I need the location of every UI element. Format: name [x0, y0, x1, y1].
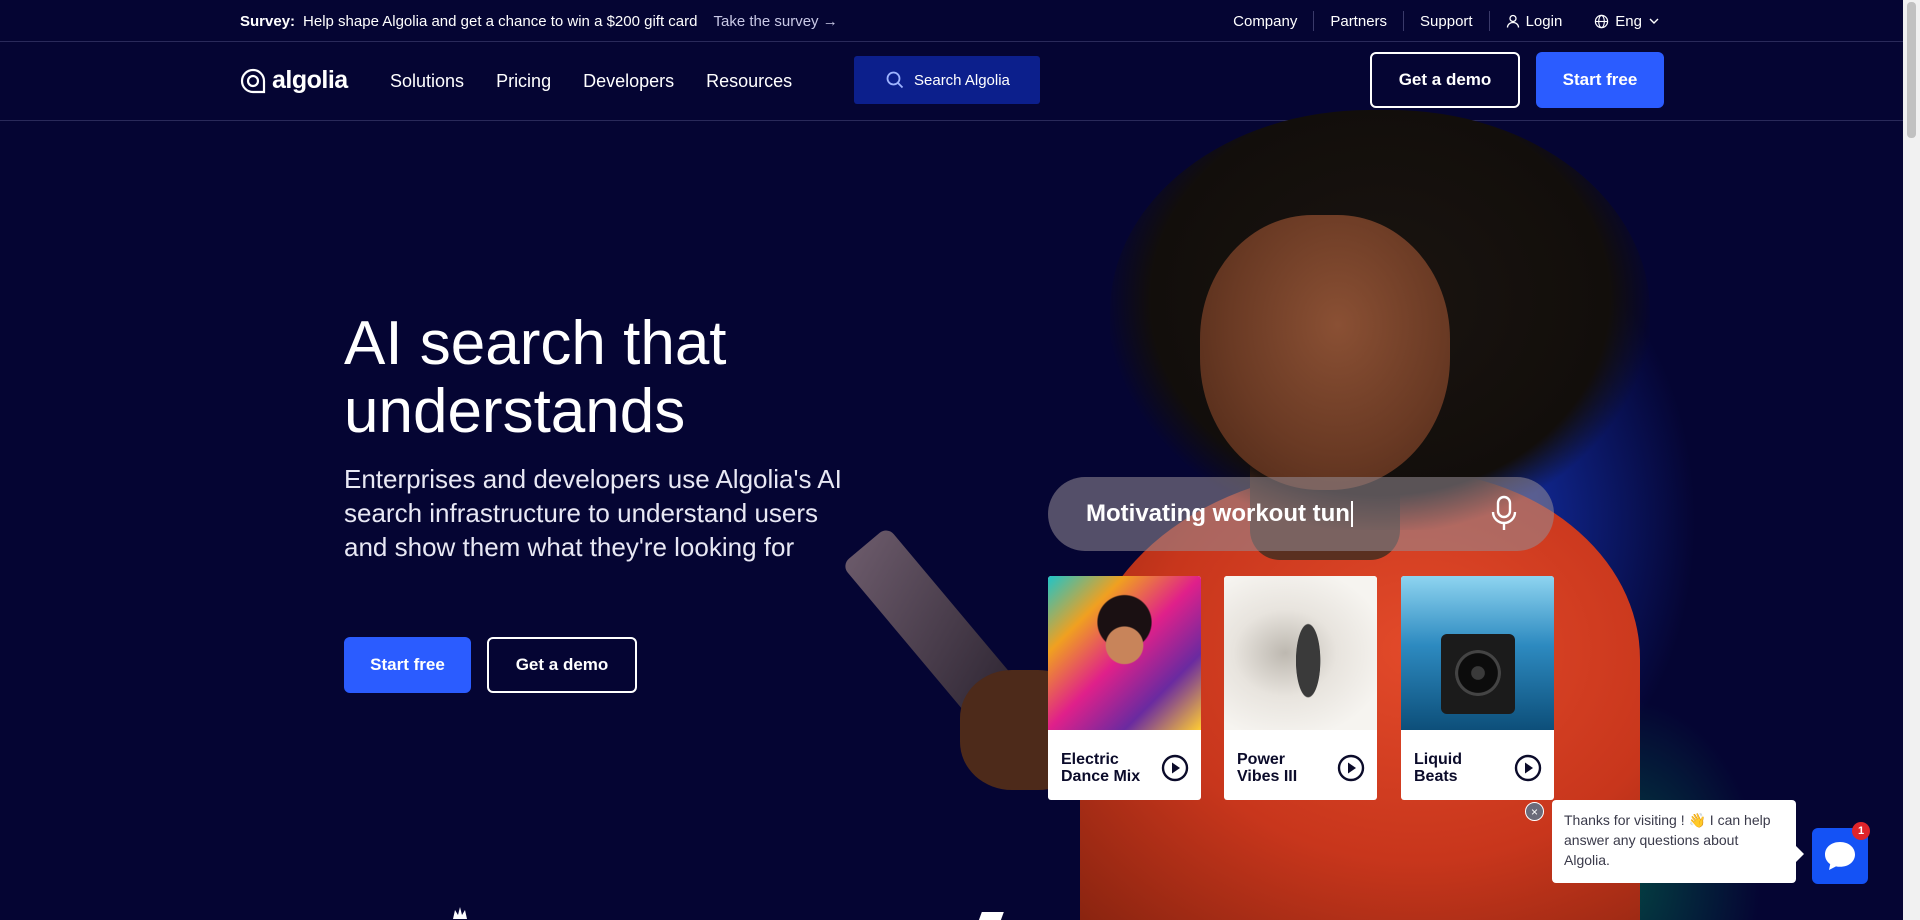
- search-label: Search Algolia: [914, 71, 1010, 89]
- utility-nav: Company Partners Support Login Eng: [1217, 0, 1676, 42]
- hero-get-demo-button[interactable]: Get a demo: [487, 637, 637, 693]
- chevron-down-icon: [1649, 18, 1659, 24]
- microphone-icon: [1491, 495, 1517, 530]
- album-art-image: [1048, 576, 1201, 730]
- text-caret: [1350, 501, 1353, 527]
- nav-links: Solutions Pricing Developers Resources: [390, 42, 792, 121]
- survey-prefix: Survey:: [240, 12, 296, 30]
- card-title: Power Vibes III: [1237, 751, 1298, 785]
- partner-logo-crown-icon: [453, 907, 467, 919]
- chat-message-bubble[interactable]: Thanks for visiting ! 👋 I can help answe…: [1552, 800, 1804, 883]
- main-nav: algolia Solutions Pricing Developers Res…: [0, 42, 1920, 121]
- music-card-electric-dance-mix[interactable]: Electric Dance Mix: [1048, 576, 1201, 800]
- play-icon[interactable]: [1161, 754, 1189, 782]
- partner-logo-shape: [978, 912, 1004, 920]
- hero-headline: AI search that understands: [344, 309, 727, 446]
- card-title: Electric Dance Mix: [1061, 751, 1141, 785]
- album-art-image: [1224, 576, 1377, 730]
- nav-solutions[interactable]: Solutions: [390, 71, 464, 92]
- survey-banner: Survey: Help shape Algolia and get a cha…: [0, 0, 1920, 42]
- login-link[interactable]: Login: [1490, 13, 1579, 30]
- hero-start-free-button[interactable]: Start free: [344, 637, 471, 693]
- login-label: Login: [1525, 12, 1563, 30]
- music-card-liquid-beats[interactable]: Liquid Beats: [1401, 576, 1554, 800]
- take-survey-link[interactable]: Take the survey →: [713, 13, 837, 30]
- search-icon: [886, 71, 904, 89]
- album-art-image: [1401, 576, 1554, 730]
- start-free-button[interactable]: Start free: [1536, 52, 1664, 108]
- hero-subtext: Enterprises and developers use Algolia's…: [344, 464, 842, 562]
- logo-text: algolia: [272, 66, 348, 94]
- demo-search-query: Motivating workout tun: [1086, 500, 1350, 527]
- scrollbar-thumb[interactable]: [1907, 2, 1916, 138]
- algolia-logo[interactable]: algolia: [240, 66, 348, 95]
- nav-resources[interactable]: Resources: [706, 71, 792, 92]
- globe-icon: [1595, 14, 1609, 28]
- language-label: Eng: [1615, 12, 1642, 30]
- card-title: Liquid Beats: [1414, 751, 1462, 785]
- page-scrollbar[interactable]: [1903, 0, 1920, 920]
- notification-badge: 1: [1852, 822, 1870, 840]
- chat-message: Thanks for visiting ! 👋 I can help answe…: [1564, 812, 1771, 868]
- language-selector[interactable]: Eng: [1578, 13, 1676, 30]
- chat-close-button[interactable]: ×: [1525, 802, 1544, 821]
- music-card-power-vibes[interactable]: Power Vibes III: [1224, 576, 1377, 800]
- algolia-mark-icon: [240, 68, 266, 93]
- demo-search-bar: Motivating workout tun: [1048, 477, 1554, 551]
- survey-message: Help shape Algolia and get a chance to w…: [303, 12, 698, 30]
- get-demo-button[interactable]: Get a demo: [1370, 52, 1520, 108]
- nav-developers[interactable]: Developers: [583, 71, 674, 92]
- play-icon[interactable]: [1514, 754, 1542, 782]
- speaker-image: [1441, 634, 1515, 714]
- play-icon[interactable]: [1337, 754, 1365, 782]
- support-link[interactable]: Support: [1404, 13, 1489, 30]
- hero-photo-face: [1200, 215, 1450, 490]
- chat-icon: [1825, 842, 1855, 870]
- partners-link[interactable]: Partners: [1314, 13, 1403, 30]
- company-link[interactable]: Company: [1217, 13, 1313, 30]
- nav-pricing[interactable]: Pricing: [496, 71, 551, 92]
- search-button[interactable]: Search Algolia: [854, 56, 1040, 104]
- user-icon: [1506, 14, 1519, 28]
